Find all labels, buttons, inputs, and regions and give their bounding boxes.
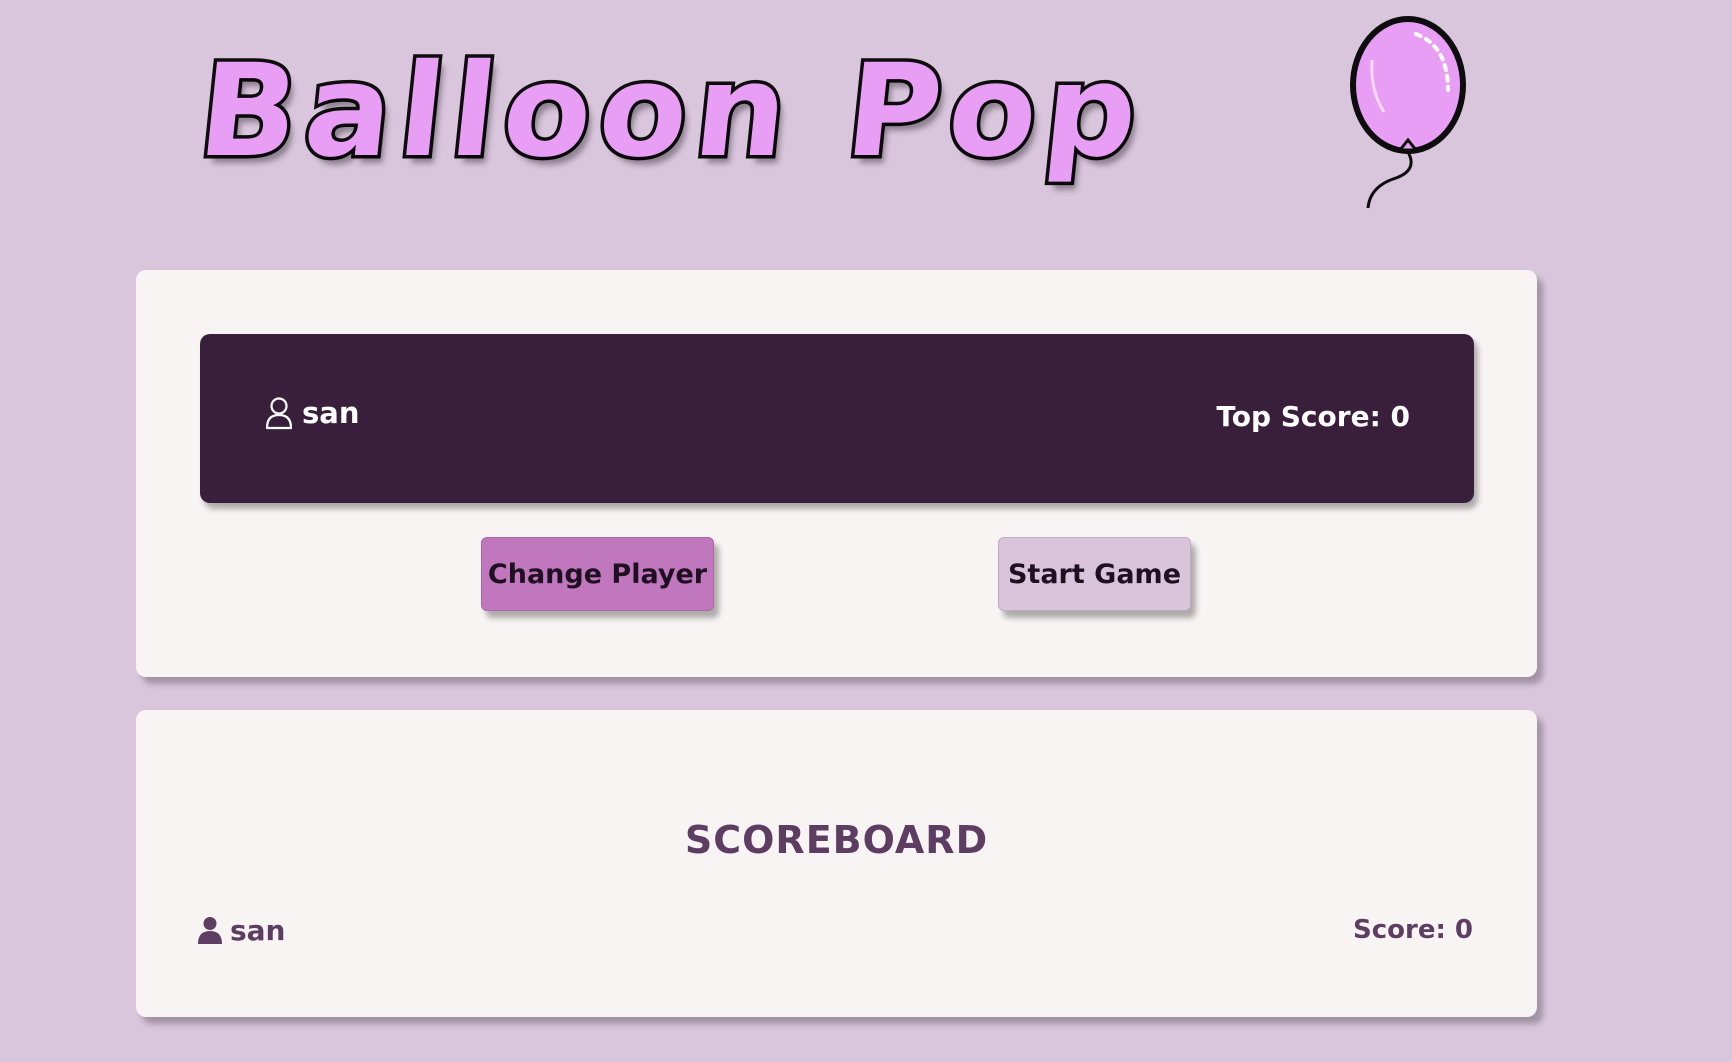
scoreboard-player-name: san <box>230 913 286 947</box>
app-title: Balloon Pop <box>189 34 1156 190</box>
player-info-bar: san Top Score: 0 <box>200 334 1474 503</box>
current-player: san <box>264 396 359 430</box>
scoreboard-card: SCOREBOARD san Score: 0 <box>136 710 1537 1017</box>
player-name: san <box>302 396 360 430</box>
scoreboard-title: SCOREBOARD <box>684 818 989 862</box>
scoreboard-row: san Score: 0 <box>198 910 1473 950</box>
app-header: Balloon Pop <box>189 10 1490 230</box>
start-game-button[interactable]: Start Game <box>998 537 1191 611</box>
user-outline-icon <box>265 397 293 430</box>
scoreboard-score: Score: 0 <box>1353 915 1473 945</box>
change-player-button[interactable]: Change Player <box>481 537 714 611</box>
scoreboard-player: san <box>198 914 286 947</box>
balloon-icon <box>1350 16 1466 209</box>
user-solid-icon <box>198 917 222 944</box>
top-score: Top Score: 0 <box>1216 400 1410 433</box>
player-card: san Top Score: 0 Change Player Start Gam… <box>136 270 1537 677</box>
